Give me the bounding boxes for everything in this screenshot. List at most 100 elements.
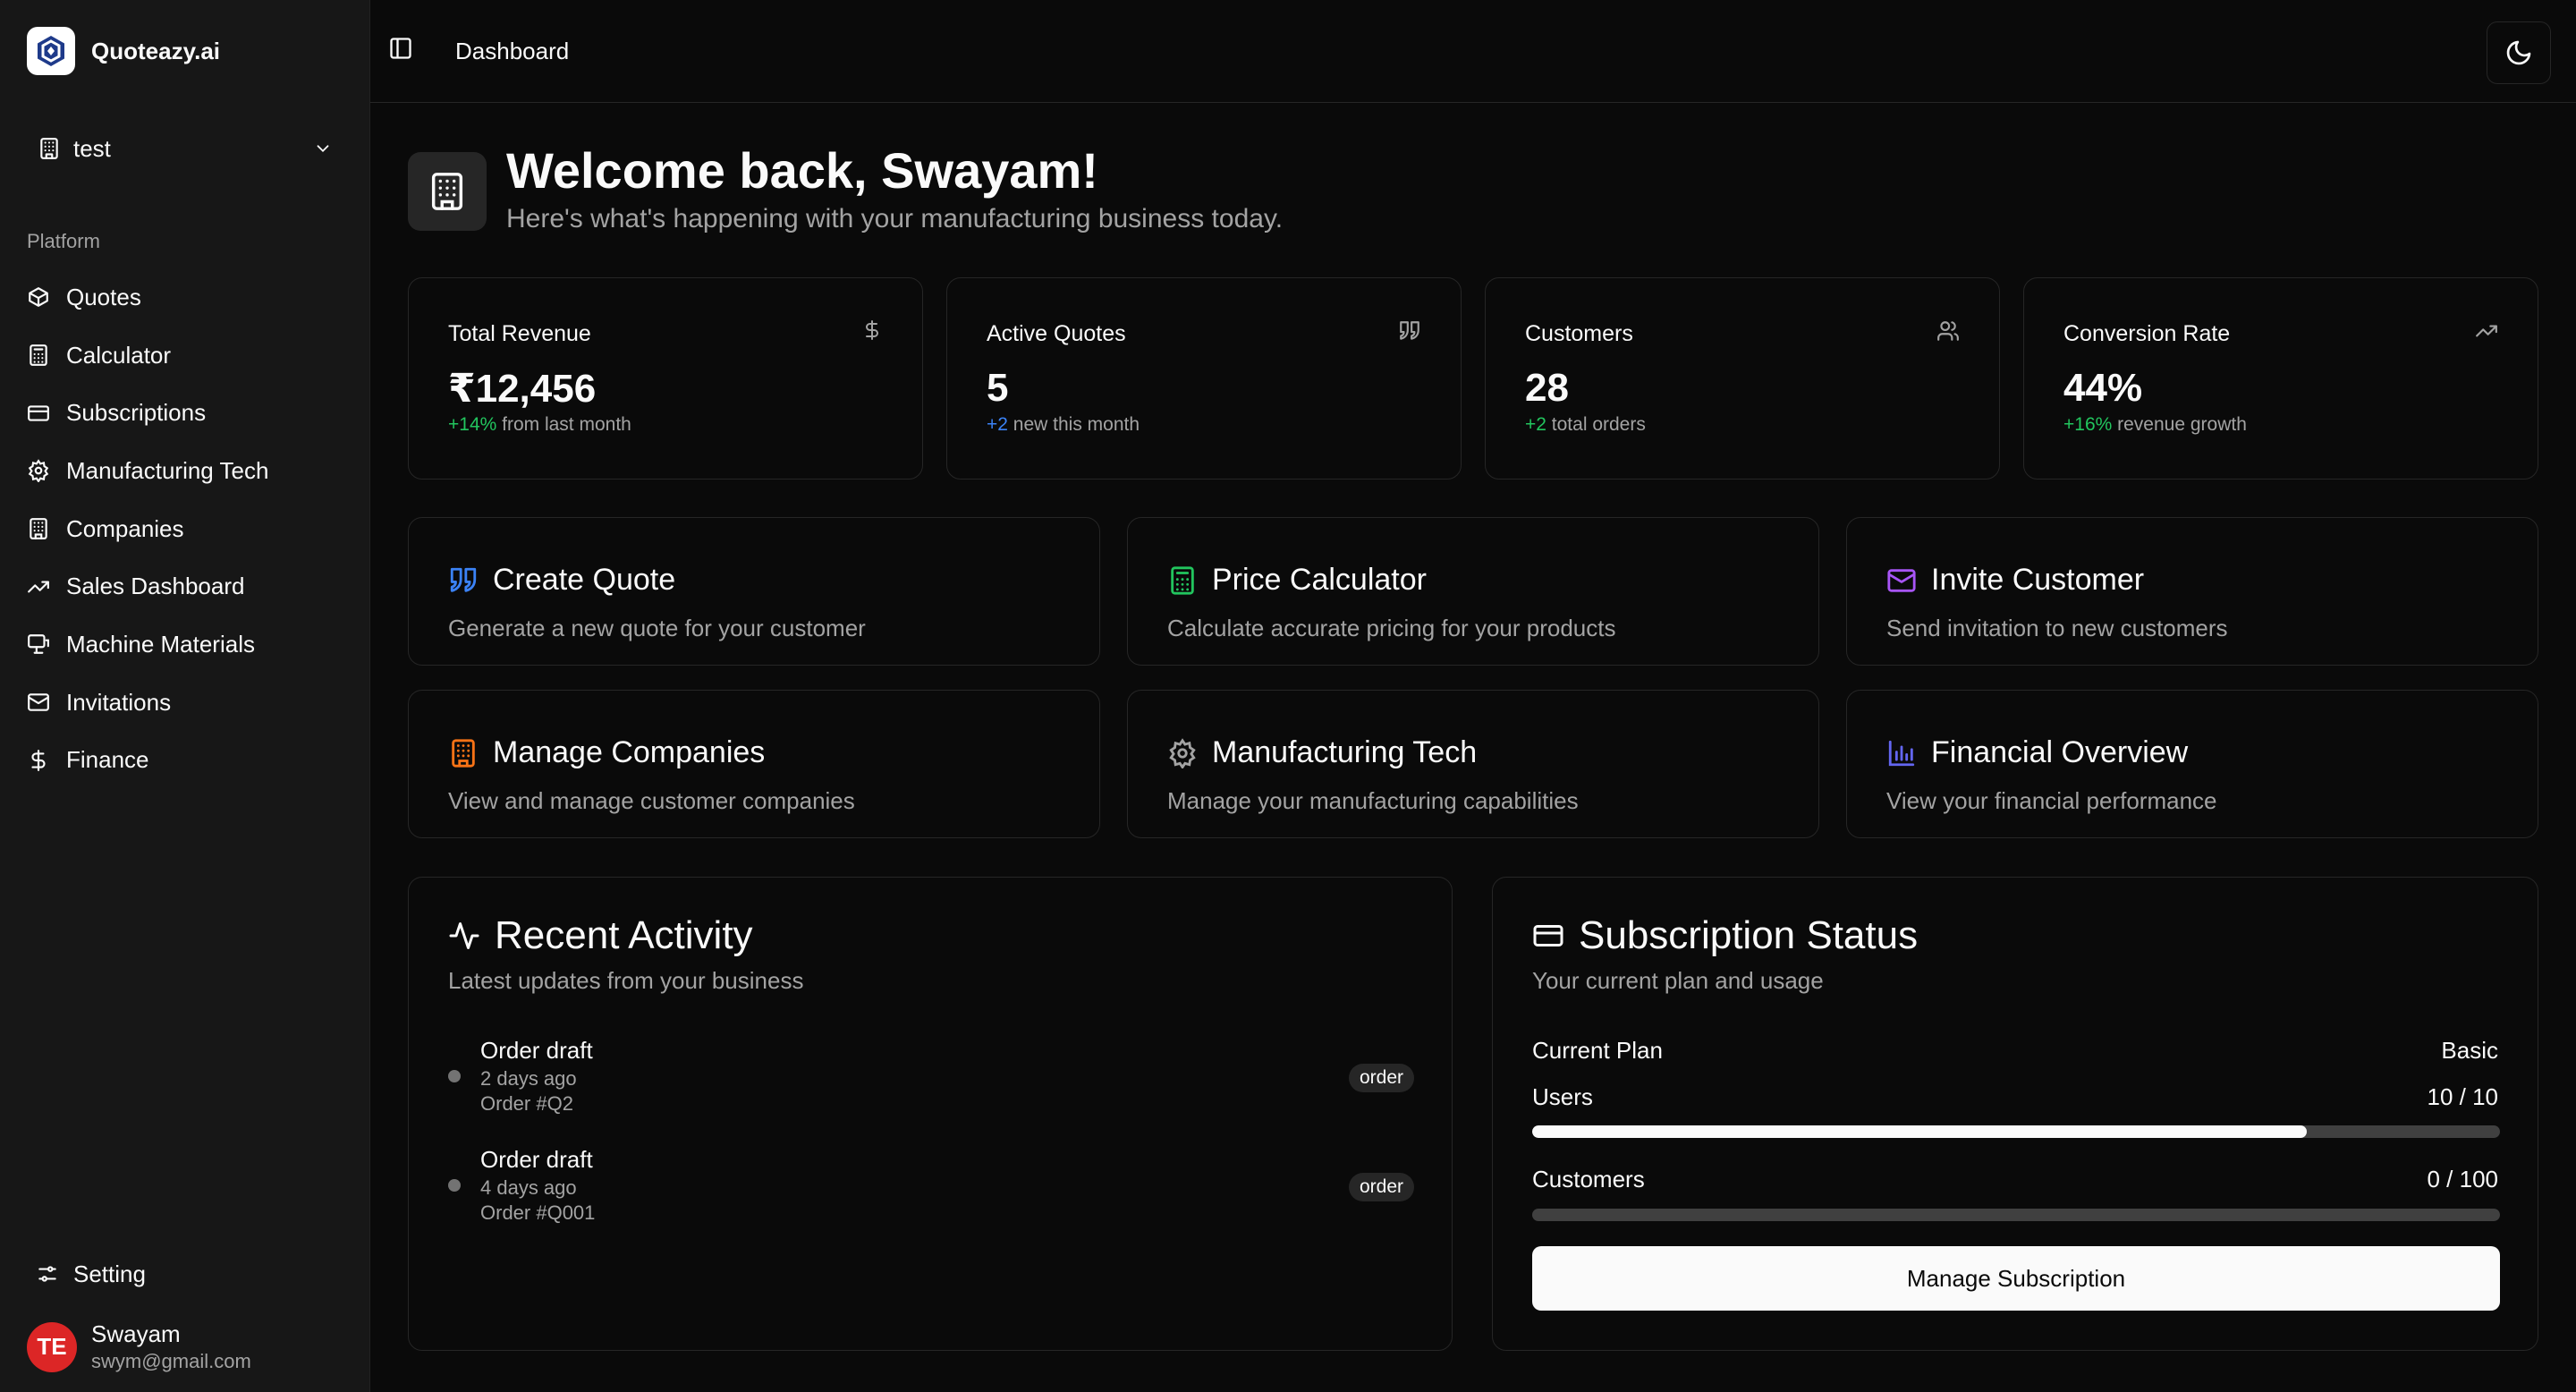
brand-logo-icon (27, 27, 75, 75)
action-title: Invite Customer (1931, 563, 2145, 597)
trending-up-icon (28, 581, 49, 593)
stat-value: ₹12,456 (448, 367, 597, 411)
stat-card-customers: Customers 28 +2 total orders (1485, 277, 2000, 480)
mail-icon (28, 693, 49, 711)
panel-title-row: Recent Activity (448, 913, 753, 958)
stat-value: 5 (987, 366, 1009, 410)
sidebar-item-label: Machine Materials (66, 630, 255, 658)
sidebar-item-setting[interactable]: Setting (27, 1249, 155, 1299)
header: Dashboard (370, 0, 2576, 103)
sidebar-item-label: Sales Dashboard (66, 573, 245, 600)
section-label-platform: Platform (27, 230, 100, 252)
users-icon (1937, 321, 1959, 341)
quote-icon (1400, 321, 1419, 340)
sidebar-item-subscriptions[interactable]: Subscriptions (18, 384, 352, 442)
action-title-row: Manufacturing Tech (1167, 735, 1477, 770)
action-desc: View and manage customer companies (448, 787, 855, 814)
brand-name: Quoteazy.ai (91, 37, 221, 64)
sidebar-item-calculator[interactable]: Calculator (18, 327, 352, 385)
activity-item[interactable]: Order draft 2 days ago Order #Q2 order (448, 1037, 1414, 1126)
action-card-financial-overview[interactable]: Financial Overview View your financial p… (1846, 690, 2538, 838)
sidebar-item-manufacturing-tech[interactable]: Manufacturing Tech (18, 442, 352, 500)
stat-delta: +14% (448, 414, 497, 435)
sidebar-nav: Quotes Calculator Subscriptions Manufact… (18, 268, 352, 789)
activity-badge: order (1348, 1173, 1414, 1201)
dollar-icon (866, 320, 878, 340)
action-card-price-calculator[interactable]: Price Calculator Calculate accurate pric… (1127, 517, 1819, 666)
customers-label: Customers (1532, 1166, 1645, 1193)
customers-progress-bar (1532, 1209, 2500, 1221)
quote-icon (450, 567, 477, 592)
sidebar-item-label: Companies (66, 514, 184, 542)
action-desc: Manage your manufacturing capabilities (1167, 787, 1579, 814)
stat-delta: +2 (987, 414, 1008, 435)
action-title: Price Calculator (1212, 563, 1427, 597)
stat-note: +16% revenue growth (2063, 414, 2247, 436)
users-progress-fill (1532, 1125, 2307, 1138)
recent-activity-card: Recent Activity Latest updates from your… (408, 877, 1453, 1351)
action-desc: Send invitation to new customers (1886, 615, 2228, 641)
activity-dot (448, 1070, 461, 1082)
action-card-manage-companies[interactable]: Manage Companies View and manage custome… (408, 690, 1100, 838)
activity-title: Order draft (480, 1146, 593, 1173)
sidebar-toggle-button[interactable] (388, 36, 413, 65)
panel-subtitle: Latest updates from your business (448, 967, 804, 994)
sidebar: Quoteazy.ai test Platform Quotes Calcula… (0, 0, 370, 1392)
action-card-create-quote[interactable]: Create Quote Generate a new quote for yo… (408, 517, 1100, 666)
action-title-row: Price Calculator (1167, 563, 1427, 598)
breadcrumb[interactable]: Dashboard (455, 38, 569, 65)
sidebar-item-label: Quotes (66, 283, 141, 310)
activity-icon (449, 922, 479, 949)
gear-icon (28, 459, 49, 483)
sidebar-item-quotes[interactable]: Quotes (18, 268, 352, 327)
brand[interactable]: Quoteazy.ai (27, 27, 220, 75)
team-switcher[interactable]: test (27, 125, 343, 172)
sidebar-item-label: Manufacturing Tech (66, 456, 269, 484)
sidebar-item-label: Calculator (66, 341, 172, 369)
users-label: Users (1532, 1083, 1593, 1110)
stat-title: Customers (1525, 321, 1633, 346)
activity-ref: Order #Q2 (480, 1092, 573, 1115)
avatar: TE (27, 1321, 77, 1372)
sidebar-item-sales-dashboard[interactable]: Sales Dashboard (18, 557, 352, 615)
sidebar-item-label: Finance (66, 746, 149, 774)
customers-value: 0 / 100 (2427, 1166, 2498, 1193)
team-name: test (73, 134, 111, 162)
calculator-icon (1171, 565, 1194, 595)
user-profile[interactable]: TE Swayam swym@gmail.com (27, 1320, 251, 1373)
credit-card-icon (28, 405, 49, 421)
action-card-invite-customer[interactable]: Invite Customer Send invitation to new c… (1846, 517, 2538, 666)
action-desc: View your financial performance (1886, 787, 2217, 814)
chevron-down-icon (317, 145, 329, 153)
stat-note-text: from last month (496, 414, 631, 435)
action-title: Manage Companies (493, 735, 766, 769)
current-plan-label: Current Plan (1532, 1037, 1663, 1064)
sidebar-item-companies[interactable]: Companies (18, 500, 352, 558)
bar-chart-icon (1888, 740, 1915, 766)
sliders-icon (38, 1266, 56, 1282)
box-icon (29, 287, 48, 308)
sidebar-item-label: Subscriptions (66, 399, 207, 427)
stat-delta: +16% (2063, 414, 2113, 435)
action-card-manufacturing-tech[interactable]: Manufacturing Tech Manage your manufactu… (1127, 690, 1819, 838)
activity-item[interactable]: Order draft 4 days ago Order #Q001 order (448, 1146, 1414, 1235)
theme-toggle-button[interactable] (2487, 21, 2551, 84)
activity-time: 2 days ago (480, 1067, 577, 1090)
manage-subscription-button[interactable]: Manage Subscription (1532, 1246, 2500, 1311)
activity-time: 4 days ago (480, 1176, 577, 1199)
stat-value: 44% (2063, 366, 2143, 410)
stat-card-conversion-rate: Conversion Rate 44% +16% revenue growth (2023, 277, 2538, 480)
stat-card-active-quotes: Active Quotes 5 +2 new this month (946, 277, 1462, 480)
panel-title: Subscription Status (1579, 913, 1919, 957)
users-value: 10 / 10 (2427, 1083, 2498, 1110)
stat-note: +14% from last month (448, 414, 631, 436)
action-title: Manufacturing Tech (1212, 735, 1478, 769)
stat-note-text: total orders (1546, 414, 1646, 435)
current-plan-value: Basic (2441, 1037, 2498, 1064)
monitor-icon (28, 634, 49, 655)
sidebar-item-finance[interactable]: Finance (18, 732, 352, 790)
sidebar-item-machine-materials[interactable]: Machine Materials (18, 615, 352, 674)
sidebar-item-label: Invitations (66, 688, 172, 716)
page-title: Welcome back, Swayam! (506, 142, 1098, 199)
sidebar-item-invitations[interactable]: Invitations (18, 674, 352, 732)
